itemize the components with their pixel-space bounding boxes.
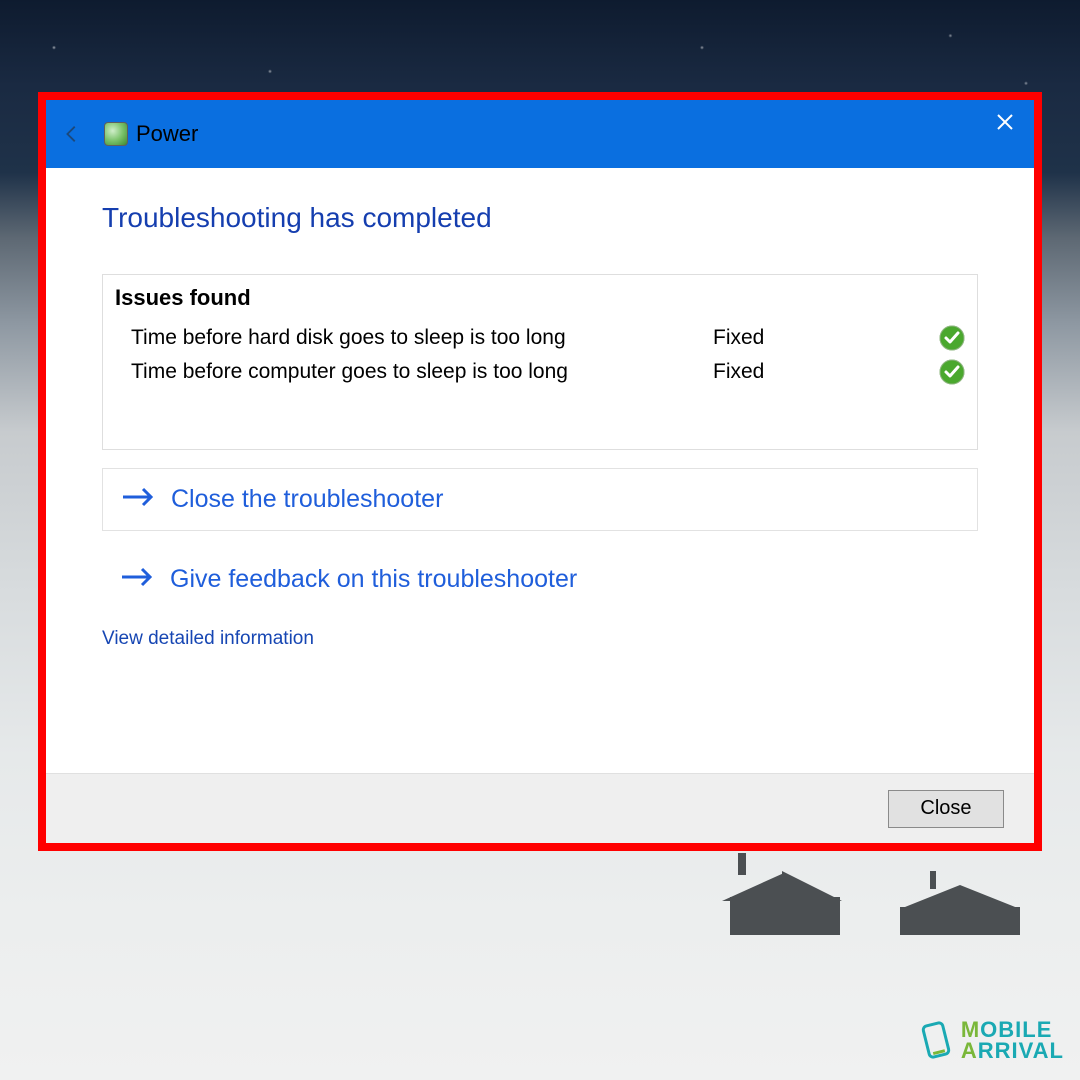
close-troubleshooter-link[interactable]: Close the troubleshooter	[121, 485, 959, 514]
arrow-right-icon	[121, 485, 155, 514]
issues-found-header: Issues found	[103, 281, 977, 321]
watermark-logo: MOBILE ARRIVAL	[919, 1020, 1064, 1062]
issue-row: Time before computer goes to sleep is to…	[103, 355, 977, 389]
close-button[interactable]: Close	[888, 790, 1004, 828]
watermark-icon	[919, 1021, 955, 1061]
issue-row: Time before hard disk goes to sleep is t…	[103, 321, 977, 355]
back-arrow-icon	[61, 123, 83, 145]
checkmark-icon	[939, 325, 965, 351]
give-feedback-link[interactable]: Give feedback on this troubleshooter	[120, 565, 960, 594]
issue-label: Time before computer goes to sleep is to…	[131, 360, 713, 384]
checkmark-icon	[939, 359, 965, 385]
footer-bar: Close	[46, 773, 1034, 843]
content-area: Troubleshooting has completed Issues fou…	[46, 168, 1034, 773]
watermark-text: MOBILE ARRIVAL	[961, 1020, 1064, 1062]
give-feedback-label: Give feedback on this troubleshooter	[170, 565, 577, 594]
close-icon	[995, 112, 1015, 132]
close-troubleshooter-action[interactable]: Close the troubleshooter	[102, 468, 978, 531]
issues-found-panel: Issues found Time before hard disk goes …	[102, 274, 978, 450]
issue-label: Time before hard disk goes to sleep is t…	[131, 326, 713, 350]
power-plan-icon	[104, 122, 128, 146]
close-troubleshooter-label: Close the troubleshooter	[171, 485, 443, 514]
arrow-right-icon	[120, 565, 154, 594]
titlebar: Power	[46, 100, 1034, 168]
give-feedback-action[interactable]: Give feedback on this troubleshooter	[102, 557, 978, 602]
page-title: Troubleshooting has completed	[102, 202, 978, 234]
back-button[interactable]	[52, 114, 92, 154]
view-detailed-info-link[interactable]: View detailed information	[102, 628, 978, 650]
highlight-frame: Power Troubleshooting has completed Issu…	[38, 92, 1042, 851]
window-close-button[interactable]	[982, 104, 1028, 140]
titlebar-label: Power	[136, 121, 198, 147]
issue-status: Fixed	[713, 360, 913, 384]
issue-status: Fixed	[713, 326, 913, 350]
troubleshooter-window: Power Troubleshooting has completed Issu…	[46, 100, 1034, 843]
background-houses-decoration	[700, 855, 1040, 945]
